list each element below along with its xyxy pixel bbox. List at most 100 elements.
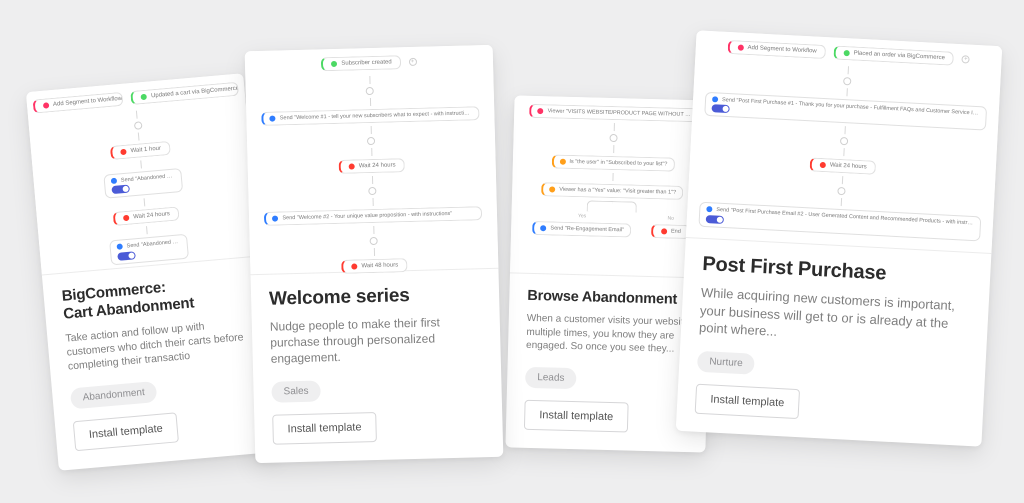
connector-line [841,177,842,185]
trigger-icon [141,94,148,101]
connector-line [371,148,372,156]
connector-line [371,176,372,184]
workflow-send-label: Send "Post First Purchase Email #2 - Use… [716,207,974,226]
workflow-preview: Subscriber created + Send "Welcome #1 - … [245,45,499,275]
template-gallery: Add Segment to Workflow Updated a cart v… [0,0,1024,503]
workflow-send-pill: Send "Abandoned Cart #1" [103,168,183,199]
connector-node [843,77,851,85]
install-template-button[interactable]: Install template [73,412,179,451]
wait-icon [123,215,130,222]
install-template-button[interactable]: Install template [524,399,629,432]
workflow-wait-pill: Wait 24 hours [339,158,405,174]
connector-line [846,88,847,96]
template-card-bigcommerce-cart-abandonment[interactable]: Add Segment to Workflow Updated a cart v… [26,73,276,470]
workflow-wait-pill: Wait 1 hour [110,141,170,160]
connector-line [141,160,143,168]
workflow-preview: Add Segment to Workflow Updated a cart v… [26,73,259,275]
workflow-condition-pill: Is "the user" in "Subscribed to your lis… [551,154,674,171]
card-title: Post First Purchase [702,253,973,290]
connector-node [370,237,378,245]
install-template-button[interactable]: Install template [695,383,800,418]
wait-icon [351,263,357,269]
add-node-icon: + [409,58,417,66]
workflow-wait-label: Wait 24 hours [133,212,170,221]
workflow-wait-label: Wait 24 hours [830,163,867,171]
connector-line [613,123,614,131]
workflow-send-label: Send "Abandoned Cart #1" [121,173,175,184]
install-template-button[interactable]: Install template [272,412,377,445]
workflow-trigger-label: Updated a cart via BigCommerce [151,86,239,100]
template-card-post-first-purchase[interactable]: Add Segment to Workflow Placed an order … [676,30,1003,446]
card-title: Browse Abandonment [527,288,691,308]
send-icon [706,206,712,212]
connector-line [138,132,140,140]
workflow-send-pill: Send "Post First Purchase #1 - Thank you… [704,92,987,131]
toggle-icon [711,105,729,114]
category-tag: Leads [525,366,577,388]
branch-label-yes: Yes [578,213,586,219]
send-icon [111,178,118,185]
card-title: Welcome series [269,283,482,311]
workflow-condition-pill: Viewer has a "Yes" value: "Visit greater… [541,182,683,200]
workflow-wait-pill: Wait 48 hours [341,258,407,274]
connector-node [367,137,375,145]
connector-line [847,66,848,74]
send-icon [540,225,546,231]
connector-line [373,226,374,234]
card-description: When a customer visits your website mult… [526,312,691,357]
workflow-wait-label: Wait 48 hours [361,262,398,269]
send-icon [272,215,278,221]
branch-label-no: No [667,215,674,221]
workflow-wait-label: Wait 1 hour [130,146,161,155]
wait-icon [349,163,355,169]
condition-icon [549,186,555,192]
connector-line [147,227,149,235]
connector-line [369,98,370,106]
connector-line [612,173,613,181]
workflow-send-pill: Send "Re-Engagement Email" [532,221,631,238]
connector-line [613,145,614,153]
condition-icon [559,159,565,165]
workflow-end-label: End [671,229,681,235]
end-icon [661,228,667,234]
workflow-trigger-pill: Subscriber created [321,55,401,71]
workflow-trigger-pill: Viewer "VISITS WEBSITE/PRODUCT PAGE WITH… [529,104,698,122]
workflow-send-label: Send "Re-Engagement Email" [550,225,624,233]
workflow-trigger-pill: Add Segment to Workflow [33,92,124,114]
workflow-trigger-label: Add Segment to Workflow [53,96,123,108]
workflow-condition-label: Is "the user" in "Subscribed to your lis… [569,159,667,168]
card-description: Take action and follow up with customers… [65,316,250,374]
wait-icon [820,162,826,168]
toggle-icon [706,215,724,224]
connector-node [134,121,143,130]
send-icon [270,116,276,122]
trigger-icon [737,44,743,50]
workflow-send-pill: Send "Welcome #2 - Your unique value pro… [264,206,481,226]
workflow-send-pill: Send "Abandoned Cart #2" [109,234,189,265]
add-node-icon: + [962,55,970,63]
workflow-condition-label: Viewer has a "Yes" value: "Visit greater… [559,187,676,196]
workflow-trigger-label: Add Segment to Workflow [747,45,816,55]
workflow-trigger-label: Viewer "VISITS WEBSITE/PRODUCT PAGE WITH… [548,108,692,118]
workflow-wait-pill: Wait 24 hours [113,207,180,227]
connector-line [843,149,844,157]
connector-line [844,127,845,135]
toggle-icon [111,185,130,195]
workflow-wait-label: Wait 24 hours [359,162,396,169]
card-body: BigCommerce: Cart Abandonment Take actio… [42,257,276,471]
send-icon [712,96,718,102]
toggle-icon [117,251,136,261]
connector-node [368,187,376,195]
trigger-icon [538,108,544,114]
workflow-trigger-label: Subscriber created [341,59,391,66]
connector-line [370,126,371,134]
template-card-welcome-series[interactable]: Subscriber created + Send "Welcome #1 - … [245,45,504,463]
workflow-send-label: Send "Welcome #1 - tell your new subscri… [280,110,472,121]
card-title: BigCommerce: Cart Abandonment [61,272,245,324]
connector-node [366,87,374,95]
workflow-send-pill: Send "Welcome #1 - tell your new subscri… [262,106,479,126]
workflow-branch-split [587,200,637,211]
workflow-trigger-pill: Updated a cart via BigCommerce [131,82,239,105]
category-tag: Sales [271,380,321,402]
workflow-wait-pill: Wait 24 hours [810,158,876,175]
